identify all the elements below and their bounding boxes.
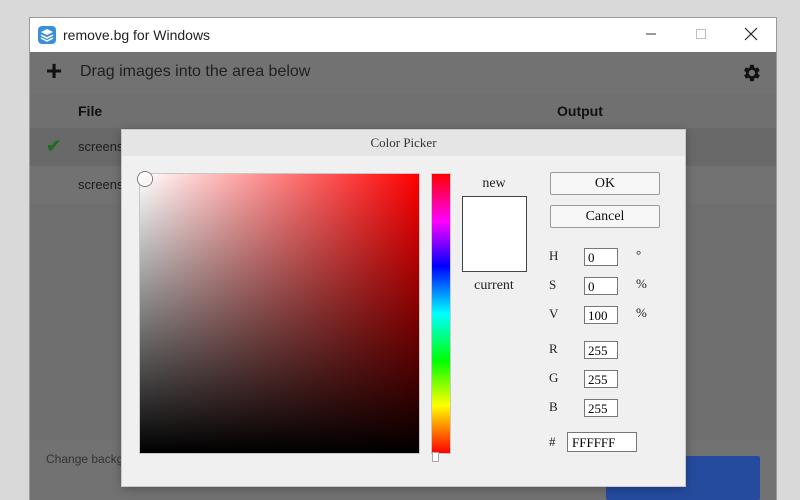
value-unit: % (636, 305, 647, 320)
toolbar: + Drag images into the area below (30, 52, 776, 94)
hue-slider[interactable] (431, 173, 451, 454)
add-image-button[interactable]: + (40, 57, 68, 86)
sv-picker-handle[interactable] (138, 172, 152, 186)
column-header-file[interactable]: File (78, 103, 102, 119)
green-field[interactable]: 255 (584, 370, 618, 388)
green-label: G (549, 370, 559, 385)
minimize-icon[interactable] (626, 18, 676, 52)
window-title: remove.bg for Windows (63, 27, 211, 43)
titlebar: remove.bg for Windows (30, 18, 776, 52)
hex-label: # (549, 434, 556, 449)
gear-icon[interactable] (740, 62, 762, 84)
red-label: R (549, 341, 558, 356)
hue-unit: ° (636, 247, 642, 262)
new-color-label: new (482, 176, 506, 191)
file-table-header: File Output (30, 94, 776, 128)
checkmark-icon: ✔ (46, 136, 62, 156)
value-field[interactable]: 100 (584, 306, 618, 324)
saturation-unit: % (636, 276, 647, 291)
maximize-icon[interactable] (676, 18, 726, 52)
row-file-name: screens (78, 139, 124, 154)
color-picker-dialog: Color Picker new current OK Cancel H 0 °… (122, 130, 685, 486)
hue-field[interactable]: 0 (584, 248, 618, 266)
hue-slider-handle[interactable] (432, 452, 439, 462)
row-file-name: screens (78, 177, 124, 192)
dialog-title: Color Picker (122, 130, 685, 156)
blue-label: B (549, 399, 558, 414)
hex-field[interactable]: FFFFFF (567, 432, 637, 452)
red-field[interactable]: 255 (584, 341, 618, 359)
screenshot-frame: remove.bg for Windows + Drag images into… (0, 0, 800, 500)
drag-hint-text: Drag images into the area below (80, 63, 311, 80)
current-color-swatch[interactable] (462, 234, 527, 272)
current-color-label: current (474, 278, 514, 293)
saturation-value-area[interactable] (138, 172, 420, 454)
hue-label: H (549, 248, 559, 263)
saturation-label: S (549, 277, 557, 292)
blue-field[interactable]: 255 (584, 399, 618, 417)
value-label: V (549, 306, 559, 321)
app-logo-icon (38, 26, 56, 44)
saturation-field[interactable]: 0 (584, 277, 618, 295)
ok-button[interactable]: OK (550, 172, 660, 195)
new-color-swatch (462, 196, 527, 236)
close-icon[interactable] (726, 18, 776, 52)
change-background-label: Change backg (46, 452, 124, 466)
cancel-button[interactable]: Cancel (550, 205, 660, 228)
column-header-output[interactable]: Output (557, 103, 603, 119)
